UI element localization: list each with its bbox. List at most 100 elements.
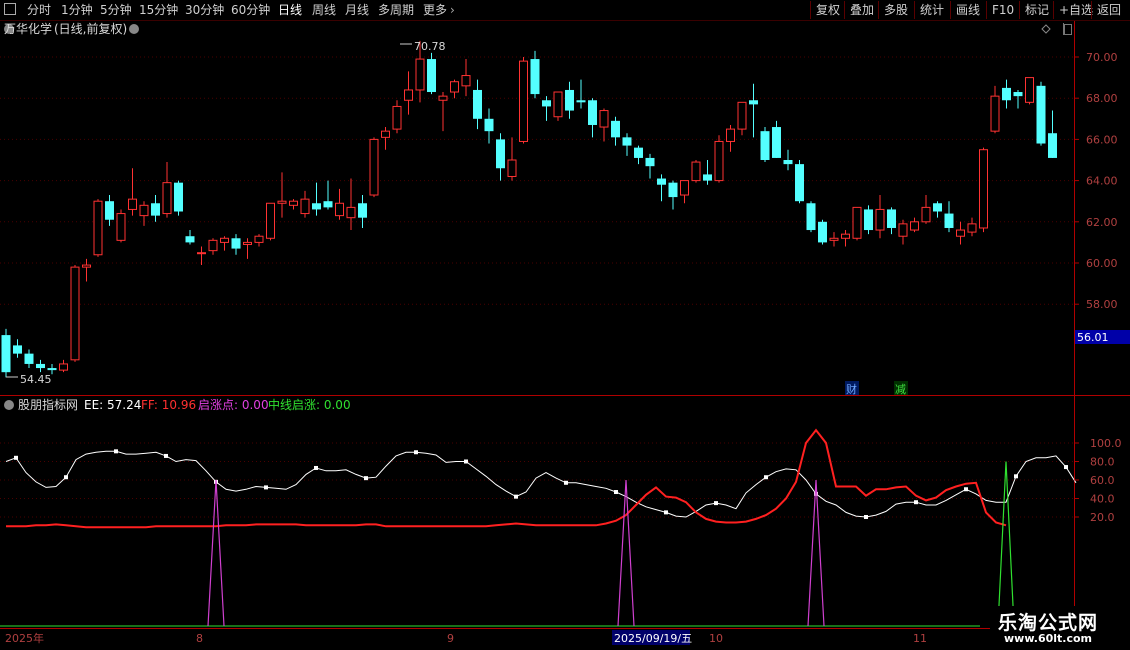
price-tick-label: 70.00 bbox=[1086, 51, 1118, 64]
candle-body-down bbox=[231, 238, 241, 249]
candle-body-up bbox=[910, 221, 919, 231]
candle-body-up bbox=[162, 182, 172, 215]
candle-body-down bbox=[576, 100, 586, 103]
x-label-sep: 9 bbox=[447, 632, 454, 645]
candle-body-up bbox=[599, 110, 609, 128]
candle-body-up bbox=[1025, 77, 1034, 103]
candle-body-up bbox=[335, 202, 344, 217]
candle-body-down bbox=[484, 118, 494, 132]
candle-body-up bbox=[266, 202, 275, 239]
ee-marker bbox=[464, 459, 468, 464]
candle-body-up bbox=[254, 235, 264, 243]
x-label-aug: 8 bbox=[196, 632, 203, 645]
candle-body-down bbox=[772, 127, 781, 158]
candle-body-up bbox=[82, 264, 91, 268]
candle-body-down bbox=[933, 203, 942, 212]
watermark-url: www.60lt.com bbox=[1004, 632, 1093, 645]
candle-body-down bbox=[105, 201, 114, 220]
ee-marker bbox=[1064, 465, 1068, 470]
candle-body-down bbox=[588, 100, 597, 125]
candle-body-down bbox=[645, 157, 655, 167]
candle-body-down bbox=[611, 120, 620, 138]
indicator-tick-label: 60.0 bbox=[1090, 474, 1115, 487]
ff-line bbox=[6, 428, 1007, 529]
cursor-date: 2025/09/19/五 bbox=[614, 632, 692, 645]
candle-body-up bbox=[519, 60, 528, 142]
indicator-name: 股朋指标网 bbox=[18, 397, 78, 412]
candle-body-up bbox=[829, 237, 839, 241]
badge-cai-label: 财 bbox=[846, 382, 857, 396]
candle-body-up bbox=[59, 363, 68, 371]
price-tick-label: 64.00 bbox=[1086, 175, 1118, 188]
candle-body-up bbox=[680, 180, 689, 196]
candle-body-up bbox=[93, 200, 103, 256]
candle-body-down bbox=[1036, 85, 1046, 144]
ee-marker bbox=[664, 510, 668, 515]
diamond-icon[interactable] bbox=[1041, 24, 1051, 34]
price-tick-label: 62.00 bbox=[1086, 216, 1118, 229]
indicator-tick-label: 80.0 bbox=[1090, 456, 1115, 469]
candle-body-up bbox=[956, 229, 965, 237]
x-label-oct: 10 bbox=[709, 632, 723, 645]
candle-body-down bbox=[565, 89, 574, 111]
candle-body-down bbox=[542, 100, 551, 107]
candle-body-down bbox=[358, 203, 367, 218]
qzd-spike bbox=[617, 479, 635, 627]
zxqz-label: 中线启涨: 0.00 bbox=[268, 397, 351, 412]
ee-marker bbox=[864, 515, 868, 519]
candle-body-down bbox=[1048, 133, 1057, 158]
stock-name: 万华化学 bbox=[4, 21, 52, 36]
candle-body-down bbox=[1, 335, 11, 373]
candle-body-up bbox=[381, 130, 390, 138]
price-tick-label: 68.00 bbox=[1086, 92, 1118, 105]
candle-body-up bbox=[921, 206, 931, 223]
candle-body-down bbox=[657, 178, 666, 185]
ee-marker bbox=[264, 485, 268, 490]
watermark-title: 乐淘公式网 bbox=[998, 612, 1099, 634]
ee-marker bbox=[314, 465, 318, 470]
ee-marker bbox=[764, 475, 768, 480]
candle-body-down bbox=[668, 182, 678, 198]
candle-body-down bbox=[783, 160, 793, 165]
ee-marker bbox=[364, 476, 368, 481]
candle-body-up bbox=[714, 140, 724, 182]
candle-body-up bbox=[726, 128, 735, 142]
ee-marker bbox=[914, 500, 918, 505]
ee-marker bbox=[164, 453, 168, 458]
candle-body-down bbox=[806, 203, 816, 231]
candle-body-down bbox=[174, 182, 183, 212]
candle-body-up bbox=[852, 206, 862, 239]
candle-body-down bbox=[1002, 87, 1011, 101]
watermark-logo: 乐淘公式网 www.60lt.com bbox=[990, 606, 1130, 650]
candle-body-up bbox=[300, 198, 310, 215]
qzd-label: 启涨点: 0.00 bbox=[198, 397, 269, 412]
ee-marker bbox=[14, 455, 18, 460]
candle-body-down bbox=[24, 353, 34, 364]
zxqz-spike bbox=[997, 461, 1015, 627]
candle-body-down bbox=[47, 368, 57, 371]
current-price: 56.01 bbox=[1077, 331, 1109, 344]
candle-body-up bbox=[346, 206, 356, 219]
candle-body-down bbox=[473, 89, 482, 119]
candle-body-down bbox=[864, 209, 873, 231]
price-tick-label: 60.00 bbox=[1086, 257, 1118, 270]
chart-area[interactable]: 万华化学 (日线,前复权) 股朋指标网 EE: 57.24 FF: 10.96 … bbox=[0, 0, 1130, 650]
candle-body-down bbox=[530, 59, 540, 95]
badge-jian-label: 减 bbox=[895, 383, 906, 396]
qzd-spike bbox=[207, 479, 225, 627]
candle-body-up bbox=[415, 58, 425, 91]
candle-body-up bbox=[404, 89, 413, 101]
candle-body-down bbox=[427, 59, 436, 93]
indicator-collapse-icon[interactable] bbox=[4, 400, 14, 410]
ee-label: EE: 57.24 bbox=[84, 398, 141, 412]
candle-body-down bbox=[151, 203, 160, 216]
ee-marker bbox=[964, 487, 968, 492]
candle-body-down bbox=[703, 174, 712, 181]
x-label-year: 2025年 bbox=[5, 631, 44, 645]
candle-body-down bbox=[944, 213, 954, 228]
candle-body-up bbox=[197, 252, 206, 255]
dropdown-icon[interactable] bbox=[129, 24, 139, 34]
candle-body-up bbox=[967, 223, 977, 233]
candle-body-up bbox=[875, 208, 885, 231]
candle-body-down bbox=[818, 221, 827, 243]
